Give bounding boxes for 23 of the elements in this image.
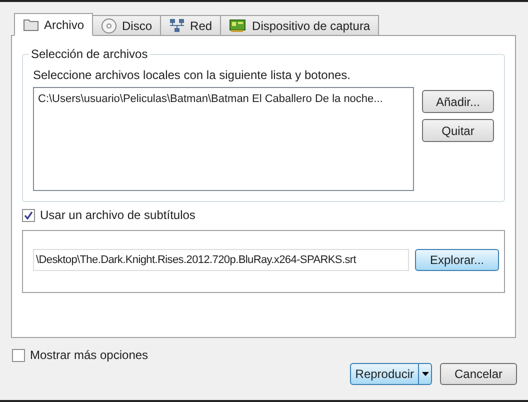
tab[interactable]: Disco xyxy=(92,15,162,35)
tab[interactable]: Dispositivo de captura xyxy=(220,15,380,35)
play-button[interactable]: Reproducir xyxy=(351,364,419,384)
network-icon xyxy=(169,18,186,33)
remove-button[interactable]: Quitar xyxy=(422,119,494,142)
subtitle-path-field[interactable]: \Desktop\The.Dark.Knight.Rises.2012.720p.BluRay.x264-SPARKS.srt xyxy=(33,249,409,271)
play-split-button[interactable]: Reproducir xyxy=(350,363,432,385)
instructions-text: Seleccione archivos locales con la siguiente lista y botones. xyxy=(33,67,352,83)
caret-icon xyxy=(422,372,428,376)
check-icon xyxy=(24,210,33,220)
add-button[interactable]: Añadir... xyxy=(422,90,494,113)
folder-icon xyxy=(23,18,39,31)
capture-card-icon xyxy=(229,18,248,32)
tab[interactable]: Archivo xyxy=(14,13,94,36)
checkbox[interactable] xyxy=(12,348,25,362)
tab[interactable]: Red xyxy=(160,15,222,35)
file-list[interactable]: C:\Users\usuario\Peliculas\Batman\Batman El Caballero De la noche... xyxy=(33,87,414,191)
checkbox[interactable] xyxy=(22,208,35,222)
checkbox-label: Mostrar más opciones xyxy=(30,347,148,364)
file-list-item[interactable]: C:\Users\usuario\Peliculas\Batman\Batman El Caballero De la noche... xyxy=(38,91,383,107)
checkbox-label: Usar un archivo de subtítulos xyxy=(40,207,196,224)
cancel-button[interactable]: Cancelar xyxy=(440,363,517,385)
browse-button[interactable]: Explorar... xyxy=(415,249,499,271)
